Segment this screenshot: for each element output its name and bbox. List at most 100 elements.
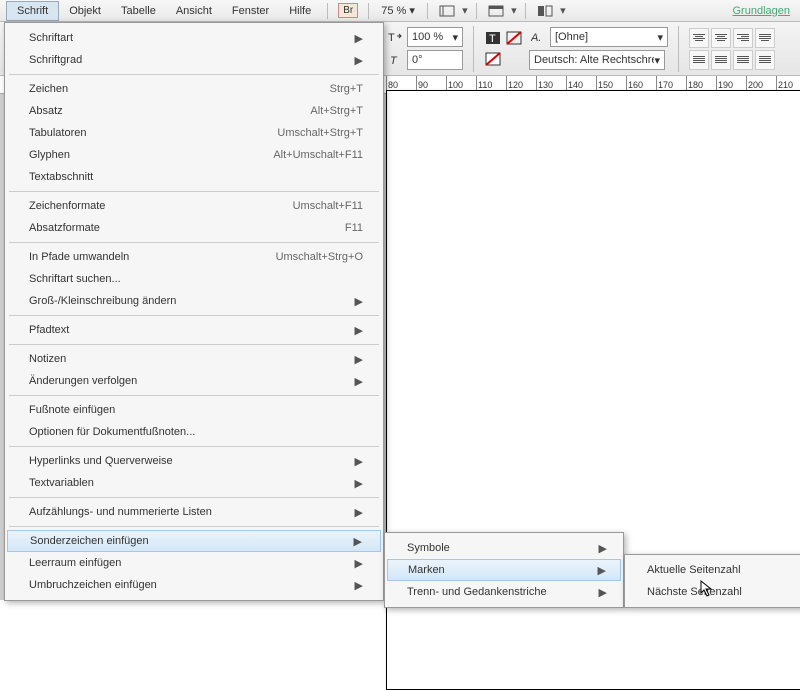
menu-shortcut: Umschalt+Strg+O [276,251,363,263]
menu-item[interactable]: Sonderzeichen einfügen▶ [7,530,381,552]
menubar-separator [476,3,477,19]
schrift-menu: Schriftart▶Schriftgrad▶ZeichenStrg+TAbsa… [4,22,384,601]
view-mode-button-1[interactable] [436,2,458,20]
menu-item[interactable]: ZeichenformateUmschalt+F11 [5,195,383,217]
char-style-icon: A. [529,28,547,46]
menu-item[interactable]: Optionen für Dokumentfußnoten... [5,421,383,443]
align-center-button[interactable] [711,28,731,48]
menu-separator [9,344,379,345]
submenu-arrow-icon: ▶ [353,353,363,366]
toolbar-separator [678,26,679,72]
menu-item-label: In Pfade umwandeln [29,251,276,263]
submenu-arrow-icon: ▶ [599,542,607,555]
menu-item[interactable]: ZeichenStrg+T [5,78,383,100]
menu-separator [9,446,379,447]
align-right-button[interactable] [733,28,753,48]
menu-shortcut: Umschalt+Strg+T [277,127,363,139]
menu-hilfe[interactable]: Hilfe [279,2,321,20]
none-swatch-icon[interactable] [484,50,502,68]
view-mode-button-2[interactable] [485,2,507,20]
horizontal-scale-input[interactable]: 100 %▾ [407,27,463,47]
menu-item[interactable]: GlyphenAlt+Umschalt+F11 [5,144,383,166]
menu-item[interactable]: Notizen▶ [5,348,383,370]
swatch-icon[interactable] [505,29,523,47]
menu-item[interactable]: AbsatzformateF11 [5,217,383,239]
menu-item[interactable]: In Pfade umwandelnUmschalt+Strg+O [5,246,383,268]
zoom-display[interactable]: 75 % ▾ [381,4,415,17]
menu-separator [9,526,379,527]
justify-center-button[interactable] [711,50,731,70]
svg-text:A.: A. [531,32,541,44]
align-justify-button[interactable] [755,28,775,48]
menu-shortcut: F11 [345,222,363,234]
chevron-down-icon: ▾ [409,5,415,17]
submenu-item-label: Trenn- und Gedankenstriche [407,586,599,598]
justify-right-button[interactable] [733,50,753,70]
menu-shortcut: Strg+T [330,83,363,95]
menu-item[interactable]: Schriftart suchen... [5,268,383,290]
menu-item[interactable]: Textvariablen▶ [5,472,383,494]
menu-item-label: Absatzformate [29,222,345,234]
justify-left-button[interactable] [689,50,709,70]
menu-item[interactable]: Aufzählungs- und nummerierte Listen▶ [5,501,383,523]
submenu-arrow-icon: ▶ [353,506,363,519]
menu-item[interactable]: Textabschnitt [5,166,383,188]
language-select[interactable]: Deutsch: Alte Rechtschreibung▾ [529,50,665,70]
menu-item-label: Änderungen verfolgen [29,375,353,387]
menu-item-label: Zeichen [29,83,330,95]
char-style-select[interactable]: [Ohne]▾ [550,27,668,47]
menu-fenster[interactable]: Fenster [222,2,279,20]
horizontal-scale-icon: T [386,28,404,46]
menu-tabelle[interactable]: Tabelle [111,2,166,20]
sonderzeichen-submenu: Symbole▶Marken▶ Trenn- und Gedankenstrich… [384,532,624,608]
justify-all-button[interactable] [755,50,775,70]
menu-item[interactable]: Pfadtext▶ [5,319,383,341]
menu-item-label: Hyperlinks und Querverweise [29,455,353,467]
menu-item[interactable]: AbsatzAlt+Strg+T [5,100,383,122]
menu-schrift[interactable]: Schrift [6,1,59,21]
chevron-down-icon[interactable]: ▾ [558,4,568,17]
menu-separator [9,315,379,316]
chevron-down-icon[interactable]: ▾ [460,4,470,17]
menu-item-label: Schriftart [29,32,353,44]
menu-item[interactable]: Hyperlinks und Querverweise▶ [5,450,383,472]
submenu-arrow-icon: ▶ [353,32,363,45]
submenu-arrow-icon: ▶ [353,477,363,490]
menu-item[interactable]: Schriftgrad▶ [5,49,383,71]
menu-item-label: Absatz [29,105,310,117]
submenu-item[interactable]: Marken▶ [387,559,621,581]
menu-ansicht[interactable]: Ansicht [166,2,222,20]
menu-item[interactable]: Schriftart▶ [5,27,383,49]
chevron-down-icon: ▾ [654,54,660,67]
menu-objekt[interactable]: Objekt [59,2,111,20]
submenu-arrow-icon: ▶ [352,535,362,548]
menu-item[interactable]: Groß-/Kleinschreibung ändern▶ [5,290,383,312]
submenu-arrow-icon: ▶ [353,455,363,468]
menu-item[interactable]: Änderungen verfolgen▶ [5,370,383,392]
menu-item[interactable]: Fußnote einfügen [5,399,383,421]
menu-separator [9,242,379,243]
menu-item-label: Aufzählungs- und nummerierte Listen [29,506,353,518]
submenu-item[interactable]: Aktuelle SeitenzahlA [625,559,800,581]
view-mode-button-3[interactable] [534,2,556,20]
chevron-down-icon[interactable]: ▾ [509,4,519,17]
submenu-item-label: Nächste Seitenzahl [647,586,800,598]
submenu-arrow-icon: ▶ [353,375,363,388]
menu-item[interactable]: Umbruchzeichen einfügen▶ [5,574,383,596]
submenu-arrow-icon: ▶ [353,54,363,67]
menu-shortcut: Alt+Umschalt+F11 [273,149,363,161]
bridge-button[interactable]: Br [338,3,358,18]
submenu-arrow-icon: ▶ [353,579,363,592]
workspace-link[interactable]: Grundlagen [723,5,800,17]
menu-item[interactable]: TabulatorenUmschalt+Strg+T [5,122,383,144]
toolbar-separator [473,26,474,72]
submenu-item[interactable]: Symbole▶ [385,537,623,559]
rotation-input[interactable]: 0° [407,50,463,70]
menu-item[interactable]: Leerraum einfügen▶ [5,552,383,574]
menu-separator [9,74,379,75]
submenu-arrow-icon: ▶ [599,586,607,599]
svg-text:T: T [489,33,496,45]
fill-text-icon: T [484,29,502,47]
align-left-button[interactable] [689,28,709,48]
menu-item-label: Sonderzeichen einfügen [30,535,352,547]
